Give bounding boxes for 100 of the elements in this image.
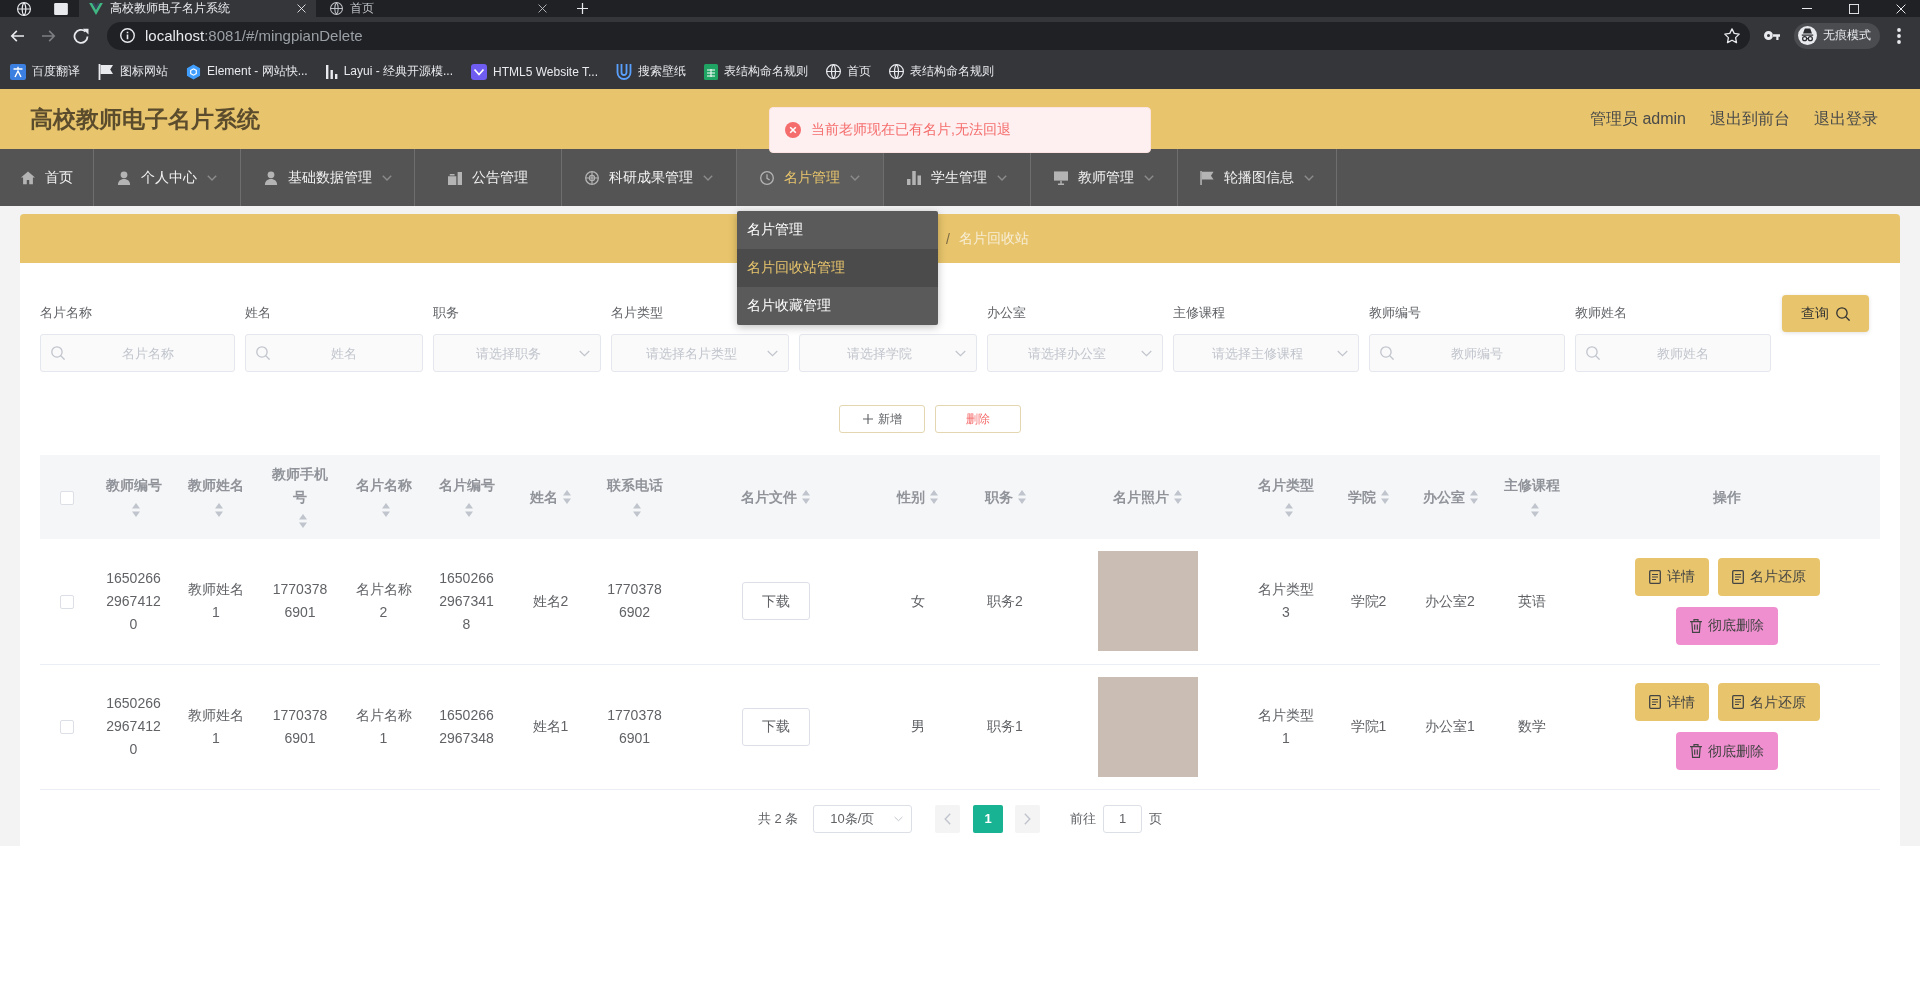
sort-icon[interactable] xyxy=(802,490,810,505)
bookmark[interactable]: Element - 网站快... xyxy=(186,63,308,80)
bookmark[interactable]: HTML5 Website T... xyxy=(471,63,598,80)
total-count: 共 2 条 xyxy=(757,809,799,828)
dropdown-item[interactable]: 名片回收站管理 xyxy=(737,249,938,287)
delete-button[interactable]: 彻底删除 xyxy=(1676,606,1778,645)
close-icon[interactable] xyxy=(538,4,547,13)
sort-icon[interactable] xyxy=(1469,490,1478,505)
hexagon-icon xyxy=(186,63,201,80)
bookmark[interactable]: Layui - 经典开源模... xyxy=(325,63,454,80)
trash-icon xyxy=(1690,744,1702,758)
table-cell: 学院1 xyxy=(1350,718,1387,734)
sort-icon[interactable] xyxy=(1381,490,1389,505)
table-cell: 165026629674120 xyxy=(106,569,161,632)
bookmark[interactable]: 表结构命名规则 xyxy=(704,63,808,80)
restore-button[interactable]: 名片还原 xyxy=(1717,683,1820,721)
table-cell: 教师姓名1 xyxy=(188,581,244,621)
dropdown-item[interactable]: 名片管理 xyxy=(737,211,938,249)
app-title: 高校教师电子名片系统 xyxy=(30,104,260,134)
sort-icon[interactable] xyxy=(214,502,223,517)
search-icon xyxy=(1586,346,1600,360)
profile-button[interactable]: 无痕模式 xyxy=(1794,22,1880,49)
address-bar[interactable]: localhost:8081/#/mingpianDelete xyxy=(107,21,1750,50)
search-button[interactable]: 查询 xyxy=(1782,295,1869,332)
column-header: 办公室 xyxy=(1422,487,1465,507)
sort-icon[interactable] xyxy=(132,502,140,517)
table-cell: 165026629674120 xyxy=(106,695,161,757)
chevron-down-icon xyxy=(767,349,778,357)
info-icon[interactable] xyxy=(120,28,135,43)
sort-icon[interactable] xyxy=(930,490,938,505)
spreadsheet-icon xyxy=(704,63,718,80)
bookmark[interactable]: 图标网站 xyxy=(98,63,168,80)
sort-icon[interactable] xyxy=(1174,490,1182,505)
star-icon[interactable] xyxy=(1724,27,1740,44)
restore-button[interactable]: 名片还原 xyxy=(1717,557,1820,596)
sort-icon[interactable] xyxy=(1530,502,1539,517)
sort-icon[interactable] xyxy=(1017,490,1026,505)
header-link[interactable]: 退出登录 xyxy=(1814,108,1878,130)
toast-text: 当前老师现在已有名片,无法回退 xyxy=(811,121,1011,139)
field-label: 办公室 xyxy=(987,304,1026,322)
detail-button[interactable]: 详情 xyxy=(1634,683,1709,721)
document-icon xyxy=(1731,695,1744,709)
checkbox[interactable] xyxy=(59,595,74,610)
table-cell: 17703786901 xyxy=(607,706,662,746)
download-button[interactable]: 下载 xyxy=(741,582,810,621)
sort-icon[interactable] xyxy=(563,490,571,505)
key-icon[interactable] xyxy=(1764,31,1780,40)
document-icon xyxy=(1648,569,1661,584)
browser-tab[interactable]: 首页 xyxy=(320,0,557,17)
sort-icon[interactable] xyxy=(633,502,641,517)
add-button[interactable]: 新增 xyxy=(839,405,925,433)
menu-icon[interactable] xyxy=(1897,27,1901,44)
forward-icon[interactable] xyxy=(41,28,57,43)
maximize-icon[interactable] xyxy=(1849,3,1859,14)
window-icon[interactable] xyxy=(53,2,68,15)
sort-icon[interactable] xyxy=(298,513,307,528)
page-input[interactable]: 1 xyxy=(1103,804,1143,833)
bookmark[interactable]: 百度翻译 xyxy=(10,63,80,80)
globe-icon[interactable] xyxy=(16,1,31,16)
sort-icon[interactable] xyxy=(382,502,390,517)
plus-icon[interactable] xyxy=(577,3,588,14)
table-cell: 17703786901 xyxy=(272,581,328,621)
nav-item[interactable]: 名片管理 xyxy=(737,149,884,206)
field-label: 名片名称 xyxy=(40,304,92,322)
delete-button[interactable]: 彻底删除 xyxy=(1676,732,1778,770)
table-cell: 名片名称1 xyxy=(355,706,412,746)
bookmark[interactable]: 表结构命名规则 xyxy=(889,63,994,80)
browser-tab[interactable]: 高校教师电子名片系统 xyxy=(79,0,316,17)
monitor-icon xyxy=(1054,170,1068,185)
letter-tile-icon xyxy=(10,63,26,80)
checkbox[interactable] xyxy=(59,720,74,735)
minimize-icon[interactable] xyxy=(1802,8,1812,9)
document-icon xyxy=(1731,569,1744,584)
chevron-left-icon xyxy=(944,812,952,825)
download-button[interactable]: 下载 xyxy=(741,707,810,746)
sort-icon[interactable] xyxy=(1284,502,1293,517)
back-icon[interactable] xyxy=(9,28,25,43)
column-header: 性别 xyxy=(897,487,925,507)
table-cell: 16502662967348 xyxy=(439,706,494,746)
table-cell: 女 xyxy=(910,592,925,609)
dropdown-item[interactable]: 名片收藏管理 xyxy=(737,287,938,325)
checkbox[interactable] xyxy=(59,490,74,505)
table-cell: 男 xyxy=(910,718,925,734)
table-cell: 17703786901 xyxy=(272,706,328,746)
globe-icon xyxy=(826,64,841,79)
sort-icon[interactable] xyxy=(465,502,473,517)
breadcrumb-separator: / xyxy=(946,230,950,247)
column-header: 联系电话 xyxy=(606,476,663,496)
page-size-select[interactable]: 10条/页 xyxy=(813,804,913,833)
globe-icon xyxy=(330,2,343,15)
header-link[interactable]: 退出到前台 xyxy=(1710,108,1790,130)
table-cell: 名片名称2 xyxy=(355,581,412,621)
bookmark[interactable]: 首页 xyxy=(826,63,871,80)
table-cell: 17703786902 xyxy=(607,581,662,621)
detail-button[interactable]: 详情 xyxy=(1634,557,1709,596)
reload-icon[interactable] xyxy=(73,27,89,44)
plus-icon xyxy=(862,414,873,424)
header-link[interactable]: 管理员 admin xyxy=(1589,108,1686,130)
bookmark[interactable]: 搜索壁纸 xyxy=(616,63,686,80)
v-logo-icon xyxy=(89,2,103,15)
